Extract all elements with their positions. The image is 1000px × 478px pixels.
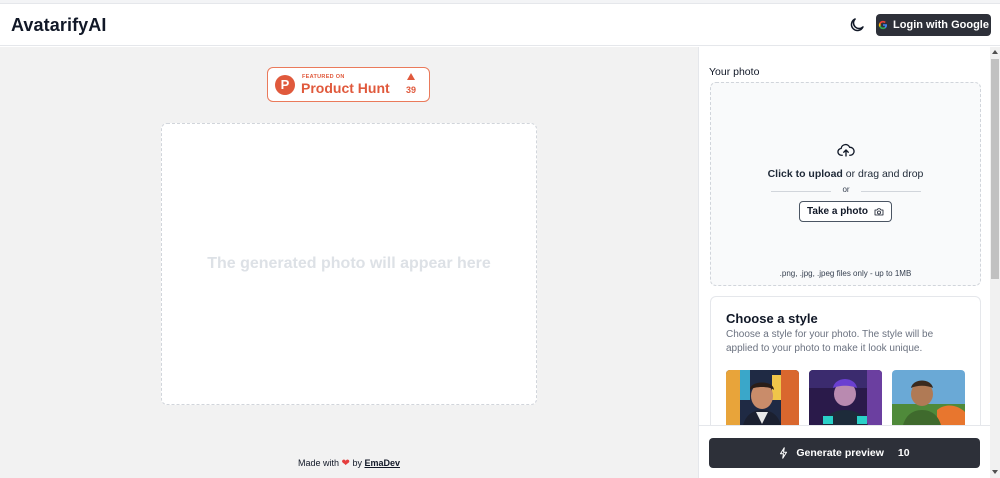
moon-icon[interactable] — [848, 16, 866, 34]
product-hunt-name: Product Hunt — [301, 80, 390, 96]
heart-icon: ❤ — [341, 458, 350, 469]
app-header: AvatarifyAI Login with Google — [0, 4, 1000, 46]
scroll-down-arrow-icon[interactable] — [992, 470, 998, 474]
product-hunt-votes: 39 — [405, 85, 416, 95]
brand-logo[interactable]: AvatarifyAI — [11, 15, 106, 36]
upload-dropzone[interactable]: Click to upload or drag and drop or Take… — [710, 82, 981, 286]
or-text: or — [842, 185, 850, 194]
or-divider: or — [771, 185, 921, 197]
lightning-icon — [780, 447, 788, 459]
footer-made-with: Made with — [297, 458, 340, 468]
product-hunt-logo: P — [275, 75, 295, 95]
your-photo-label: Your photo — [709, 66, 760, 78]
footer-by: by — [352, 458, 362, 468]
upvote-arrow-icon — [407, 73, 415, 80]
google-icon — [878, 20, 888, 30]
generate-preview-label: Generate preview — [796, 447, 884, 459]
footer: Made with ❤ by EmaDev — [0, 458, 698, 469]
product-hunt-badge[interactable]: P FEATURED ON Product Hunt 39 — [267, 67, 430, 102]
sidebar: Your photo Click to upload or drag and d… — [698, 47, 990, 478]
choose-style-description: Choose a style for your photo. The style… — [726, 329, 934, 354]
generate-footer: Generate preview 10 — [699, 425, 990, 478]
choose-style-title: Choose a style — [726, 311, 818, 326]
preview-panel: P FEATURED ON Product Hunt 39 The genera… — [0, 47, 698, 478]
upload-instructions: Click to upload or drag and drop — [711, 168, 980, 180]
author-link[interactable]: EmaDev — [364, 458, 400, 468]
login-button-label: Login with Google — [893, 19, 989, 31]
click-to-upload-text[interactable]: Click to upload — [768, 168, 843, 180]
generate-preview-button[interactable]: Generate preview 10 — [709, 438, 980, 468]
scrollbar-thumb[interactable] — [991, 59, 999, 279]
style-thumbnail-3[interactable] — [892, 370, 965, 430]
cloud-upload-icon — [837, 143, 855, 157]
file-type-note: .png, .jpg, .jpeg files only - up to 1MB — [779, 269, 912, 278]
take-a-photo-button[interactable]: Take a photo — [799, 201, 892, 222]
page-scrollbar[interactable] — [990, 47, 1000, 478]
take-photo-label: Take a photo — [807, 206, 868, 217]
divider-line-right — [861, 191, 921, 192]
generated-photo-placeholder: The generated photo will appear here — [161, 123, 537, 405]
camera-icon — [874, 207, 884, 215]
generate-credits-count: 10 — [897, 447, 910, 459]
login-with-google-button[interactable]: Login with Google — [876, 14, 991, 36]
placeholder-text: The generated photo will appear here — [207, 255, 491, 272]
style-thumbnail-2[interactable] — [809, 370, 882, 430]
scroll-up-arrow-icon[interactable] — [992, 50, 998, 54]
drag-drop-text: or drag and drop — [842, 168, 924, 180]
style-thumbnail-1[interactable] — [726, 370, 799, 430]
